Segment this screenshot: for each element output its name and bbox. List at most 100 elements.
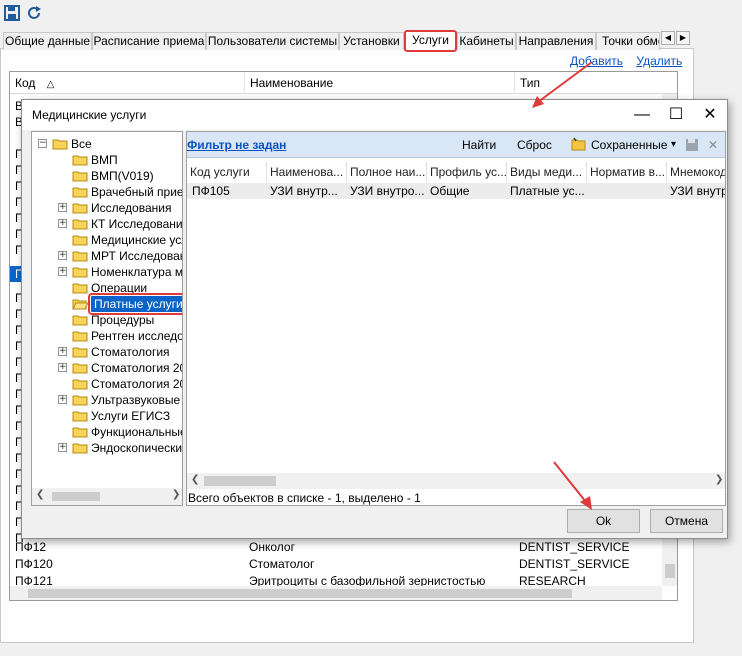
cancel-button[interactable]: Отмена — [650, 509, 723, 533]
expand-icon[interactable]: + — [58, 251, 67, 260]
tree-item[interactable]: Платные услуги — [32, 293, 182, 315]
saved-filters-button[interactable]: Сохраненные — [591, 137, 667, 153]
column-type[interactable]: Тип — [515, 72, 665, 94]
tree-item[interactable]: Медицинские услуги — [32, 232, 182, 248]
cell-code: ПФ12 — [15, 540, 47, 554]
column-code[interactable]: Код △ — [10, 72, 245, 94]
tree-item[interactable]: ВМП — [32, 152, 182, 168]
column-full-name[interactable]: Полное наи... — [347, 162, 427, 182]
column-name[interactable]: Наименование — [245, 72, 515, 94]
tree-item[interactable]: + Стоматология — [32, 344, 182, 360]
scroll-left-icon[interactable]: ❮ — [36, 489, 44, 500]
collapse-icon[interactable]: − — [38, 139, 47, 148]
filter-bar: Фильтр не задан Найти Сброс Сохраненные … — [187, 132, 725, 158]
delete-link[interactable]: Удалить — [636, 54, 682, 68]
column-medical-type[interactable]: Виды меди... — [507, 162, 587, 182]
scrollbar-thumb[interactable] — [665, 564, 675, 578]
tree-item-label: Операции — [91, 281, 148, 295]
expand-icon[interactable]: + — [58, 395, 67, 404]
tree-item[interactable]: + Стоматология 2018 — [32, 360, 182, 376]
expand-icon[interactable]: + — [58, 443, 67, 452]
grid-horizontal-scrollbar[interactable]: ❮ ❯ — [187, 473, 725, 489]
table-row[interactable]: ПФ120 Стоматолог DENTIST_SERVICE — [10, 556, 665, 572]
tab-directions[interactable]: Направления — [516, 32, 596, 50]
chevron-down-icon[interactable]: ▾ — [671, 137, 676, 153]
tab-scroll-right-icon[interactable]: ▶ — [676, 31, 690, 45]
tree-horizontal-scrollbar[interactable]: ❮ ❯ — [32, 488, 182, 505]
filter-close-icon[interactable]: ✕ — [708, 137, 718, 153]
table-row[interactable]: ПФ12 Онколог DENTIST_SERVICE — [10, 539, 665, 555]
grid-row[interactable]: ПФ105 УЗИ внутр... УЗИ внутро... Общие П… — [187, 183, 726, 199]
expand-icon[interactable]: + — [58, 203, 67, 212]
filter-link[interactable]: Фильтр не задан — [187, 137, 286, 153]
column-service-code[interactable]: Код услуги — [187, 162, 267, 182]
reset-button[interactable]: Сброс — [517, 137, 552, 153]
tab-general[interactable]: Общие данные — [3, 32, 92, 50]
tree-item[interactable]: + Ультразвуковые исследования — [32, 392, 182, 408]
folder-icon — [72, 170, 88, 182]
tab-schedule[interactable]: Расписание приема — [92, 32, 206, 50]
tree-item-label: Врачебный прием — [91, 185, 183, 199]
save-icon[interactable] — [3, 4, 21, 22]
tree-item-label: Исследования — [91, 201, 172, 215]
tree-item[interactable]: Операции — [32, 280, 182, 296]
tree-item[interactable]: Услуги ЕГИСЗ — [32, 408, 182, 424]
tree-item[interactable]: Стоматология 2018 — [32, 376, 182, 392]
expand-icon[interactable]: + — [58, 347, 67, 356]
scrollbar-thumb[interactable] — [52, 492, 100, 501]
folder-icon — [72, 234, 88, 246]
tree-item[interactable]: + Эндоскопические исследования — [32, 440, 182, 456]
column-norm[interactable]: Норматив в... — [587, 162, 667, 182]
tree-item[interactable]: Рентген исследования — [32, 328, 182, 344]
cell-profile: Общие — [430, 184, 470, 198]
scrollbar-thumb[interactable] — [28, 589, 572, 598]
tree-item[interactable]: + Исследования — [32, 200, 182, 216]
cell-short-name: УЗИ внутр... — [270, 184, 338, 198]
dialog-titlebar: Медицинские услуги — ☐ ✕ — [22, 100, 727, 130]
cell-mnemocode: УЗИ внутр — [670, 184, 726, 198]
minimize-icon[interactable]: — — [625, 100, 659, 130]
tab-settings[interactable]: Установки — [339, 32, 404, 50]
column-profile[interactable]: Профиль ус... — [427, 162, 507, 182]
action-links: Добавить Удалить — [570, 54, 682, 68]
expand-icon[interactable]: + — [58, 267, 67, 276]
tree-item[interactable]: Врачебный прием — [32, 184, 182, 200]
tab-cabinets[interactable]: Кабинеты — [457, 32, 516, 50]
tab-users[interactable]: Пользователи системы — [206, 32, 339, 50]
refresh-icon[interactable] — [25, 4, 43, 22]
folder-icon — [72, 410, 88, 422]
expand-icon[interactable]: + — [58, 363, 67, 372]
folder-icon — [72, 426, 88, 438]
find-button[interactable]: Найти — [462, 137, 496, 153]
tree-item[interactable]: ВМП(V019) — [32, 168, 182, 184]
tree-item-label: ВМП(V019) — [91, 169, 154, 183]
tree-item[interactable]: + Номенклатура медицинских услуг — [32, 264, 182, 280]
save-filter-icon[interactable] — [684, 137, 702, 153]
tree-item[interactable]: Функциональные исследования — [32, 424, 182, 440]
folder-icon — [72, 394, 88, 406]
close-icon[interactable]: ✕ — [693, 100, 727, 130]
tree-item-label: Ультразвуковые исследования — [91, 393, 182, 407]
scroll-right-icon[interactable]: ❯ — [715, 474, 723, 485]
folder-icon — [72, 330, 88, 342]
scrollbar-thumb[interactable] — [204, 476, 276, 486]
maximize-icon[interactable]: ☐ — [659, 100, 693, 130]
column-mnemocode[interactable]: Мнемокод — [667, 162, 725, 182]
scroll-left-icon[interactable]: ❮ — [191, 474, 199, 485]
services-grid-panel: Фильтр не задан Найти Сброс Сохраненные … — [186, 131, 726, 506]
tab-scroll-left-icon[interactable]: ◀ — [661, 31, 675, 45]
expand-icon[interactable]: + — [58, 219, 67, 228]
ok-button[interactable]: Ok — [567, 509, 640, 533]
tree-item[interactable]: + КТ Исследования — [32, 216, 182, 232]
tree-item[interactable]: Процедуры — [32, 312, 182, 328]
tab-services[interactable]: Услуги — [404, 30, 457, 52]
horizontal-scrollbar[interactable] — [10, 586, 662, 600]
tree-item[interactable]: + МРТ Исследования — [32, 248, 182, 264]
tree-item[interactable]: − Все — [32, 136, 182, 152]
add-link[interactable]: Добавить — [570, 54, 623, 68]
tab-exchange-points[interactable]: Точки обме — [596, 32, 660, 50]
status-text: Всего объектов в списке - 1, выделено - … — [188, 491, 421, 505]
folder-icon — [52, 138, 68, 150]
scroll-right-icon[interactable]: ❯ — [172, 489, 180, 500]
column-short-name[interactable]: Наименова... — [267, 162, 347, 182]
